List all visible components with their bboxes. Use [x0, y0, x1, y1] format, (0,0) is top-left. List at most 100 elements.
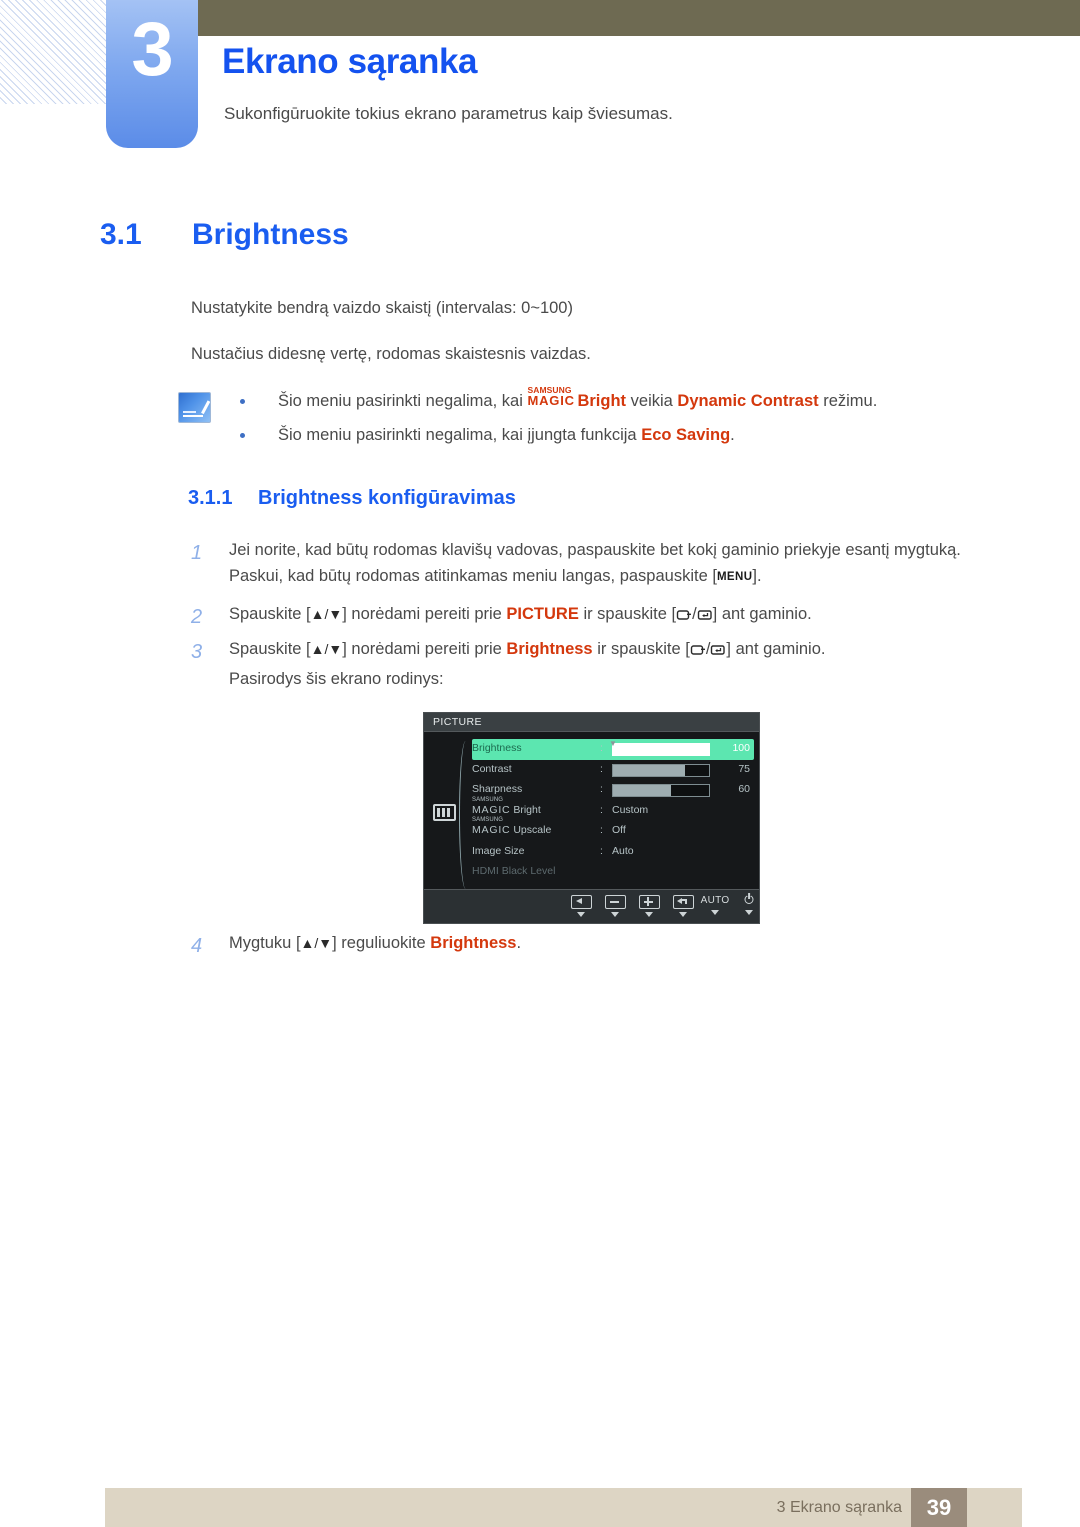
osd-button-bar: AUTO — [424, 889, 759, 923]
osd-power-button[interactable] — [732, 893, 766, 915]
step-3-text-2: ] norėdami pereiti prie — [342, 640, 502, 658]
osd-label-hdmiblacklevel: HDMI Black Level — [472, 865, 556, 877]
step-3-text-4: ] ant gaminio. — [726, 640, 826, 658]
osd-auto-button[interactable]: AUTO — [698, 895, 732, 915]
source-button-icon — [690, 644, 706, 656]
caret-down-icon — [611, 912, 619, 917]
caret-down-icon — [645, 912, 653, 917]
osd-plus-button[interactable] — [632, 895, 666, 917]
magic-wordmark: MAGIC — [472, 803, 511, 816]
step-2-body: Spauskite [▲/▼] norėdami pereiti prie PI… — [229, 602, 812, 628]
step-2-text-3: ir spauskite [ — [583, 605, 677, 623]
power-icon — [740, 893, 759, 907]
osd-label-contrast: Contrast — [472, 762, 512, 775]
chapter-number-tab: 3 — [106, 0, 198, 148]
page-number: 39 — [926, 1495, 952, 1520]
chapter-header: 3 Ekrano sąranka Sukonfigūruokite tokius… — [0, 0, 1080, 150]
step-3: 3 Spauskite [▲/▼] norėdami pereiti prie … — [191, 637, 825, 663]
osd-colon: : — [600, 762, 603, 775]
osd-scroll-down-arrow-icon[interactable]: ▼ — [472, 740, 754, 748]
note-2-highlight: Eco Saving — [641, 425, 731, 444]
step-3-highlight: Brightness — [506, 640, 593, 658]
step-1-text-after: ]. — [752, 566, 762, 585]
osd-row-contrast[interactable]: Contrast : 75 — [472, 760, 754, 781]
osd-row-magicupscale[interactable]: SAMSUNG MAGIC Upscale : Off — [472, 817, 754, 842]
olive-header-bar — [197, 0, 1080, 36]
osd-enter-button[interactable] — [666, 895, 700, 917]
osd-row-list: Brightness : 100 Contrast : 75 Sharpness… — [472, 739, 754, 883]
step-4-highlight: Brightness — [430, 934, 517, 952]
osd-slider-contrast[interactable] — [612, 763, 710, 777]
osd-row-magicbright[interactable]: SAMSUNG MAGIC Bright : Custom — [472, 797, 754, 822]
step-3-body: Spauskite [▲/▼] norėdami pereiti prie Br… — [229, 637, 825, 663]
hatch-pattern-decoration — [0, 0, 106, 104]
step-4-index: 4 — [191, 935, 203, 957]
caret-down-icon — [745, 910, 753, 915]
updown-arrow-keys-icon: ▲/▼ — [310, 641, 343, 657]
note-1-highlight: Dynamic Contrast — [677, 392, 819, 410]
osd-row-imagesize[interactable]: Image Size : Auto — [472, 842, 754, 863]
samsung-wordmark: SAMSUNG — [472, 817, 504, 823]
note-bullet-1: Šio meniu pasirinkti negalima, kai SAMSU… — [178, 386, 938, 414]
caret-down-icon — [679, 912, 687, 917]
note-bullet-2: Šio meniu pasirinkti negalima, kai įjung… — [178, 424, 938, 448]
enter-icon — [672, 895, 694, 909]
note-1-text-middle: veikia — [630, 392, 673, 410]
osd-value-magicupscale: Off — [612, 824, 626, 836]
osd-minus-button[interactable] — [598, 895, 632, 917]
osd-label-sharpness: Sharpness — [472, 783, 523, 795]
osd-brace-decoration — [459, 741, 470, 889]
step-2-highlight: PICTURE — [506, 605, 579, 623]
osd-title: PICTURE — [433, 716, 482, 728]
step-3-index: 3 — [191, 641, 203, 663]
osd-screenshot: PICTURE Brightness : 100 Contrast : 75 S… — [423, 712, 760, 924]
osd-value-sharpness: 60 — [738, 783, 750, 795]
minus-icon — [604, 895, 626, 909]
note-1-text-after: režimu. — [823, 392, 878, 410]
osd-label-magicupscale-rest: Upscale — [513, 824, 552, 836]
osd-colon: : — [600, 803, 603, 816]
chapter-subtitle: Sukonfigūruokite tokius ekrano parametru… — [224, 104, 673, 123]
chapter-number: 3 — [131, 7, 173, 92]
osd-slider-sharpness[interactable] — [612, 784, 710, 797]
updown-arrow-keys-icon: ▲/▼ — [300, 935, 333, 951]
subsection-title: Brightness konfigūravimas — [258, 487, 516, 509]
auto-label: AUTO — [700, 895, 730, 906]
subsection-number: 3.1.1 — [188, 487, 233, 509]
step-4-text-3: . — [516, 934, 522, 952]
step-1-index: 1 — [191, 542, 203, 564]
note-block: Šio meniu pasirinkti negalima, kai SAMSU… — [178, 386, 938, 448]
osd-colon: : — [600, 844, 603, 857]
step-2-index: 2 — [191, 606, 203, 628]
page-footer: 3 Ekrano sąranka 39 — [105, 1488, 1022, 1527]
plus-icon — [638, 895, 660, 909]
note-2-text-before: Šio meniu pasirinkti negalima, kai įjung… — [278, 425, 637, 444]
step-1-line-1: Jei norite, kad būtų rodomas klavišų vad… — [229, 541, 961, 559]
step-3-text-1: Spauskite [ — [229, 640, 311, 658]
intro-paragraph-1: Nustatykite bendrą vaizdo skaistį (inter… — [191, 299, 573, 317]
step-4: 4 Mygtuku [▲/▼] reguliuokite Brightness. — [191, 931, 521, 957]
section-heading: 3.1 Brightness — [100, 218, 349, 252]
step-2-text-1: Spauskite [ — [229, 605, 311, 623]
footer-page-box: 39 — [911, 1488, 967, 1527]
note-1-text-before: Šio meniu pasirinkti negalima, kai — [278, 392, 523, 410]
step-2: 2 Spauskite [▲/▼] norėdami pereiti prie … — [191, 602, 812, 628]
note-2-text-after: . — [730, 425, 735, 444]
osd-row-sharpness[interactable]: Sharpness : 60 — [472, 780, 754, 801]
step-3-result-text: Pasirodys šis ekrano rodinys: — [229, 670, 444, 688]
bullet-dot-icon — [240, 399, 245, 404]
osd-back-button[interactable] — [564, 895, 598, 917]
osd-colon: : — [600, 824, 603, 836]
osd-row-hdmiblacklevel[interactable]: HDMI Black Level — [472, 862, 754, 883]
source-button-icon — [676, 609, 692, 621]
enter-button-icon — [710, 644, 726, 656]
osd-label-imagesize: Image Size — [472, 844, 525, 857]
note-1-brand-suffix: Bright — [577, 392, 627, 410]
footer-chapter-label: 3 Ekrano sąranka — [776, 1499, 902, 1516]
bullet-dot-icon — [240, 432, 245, 438]
chapter-title: Ekrano sąranka — [222, 42, 478, 81]
step-1: 1 Jei norite, kad būtų rodomas klavišų v… — [191, 538, 961, 589]
step-1-text-before: Paskui, kad būtų rodomas atitinkamas men… — [229, 566, 717, 585]
step-4-text-2: ] reguliuokite — [332, 934, 426, 952]
step-2-text-4: ] ant gaminio. — [712, 605, 812, 623]
